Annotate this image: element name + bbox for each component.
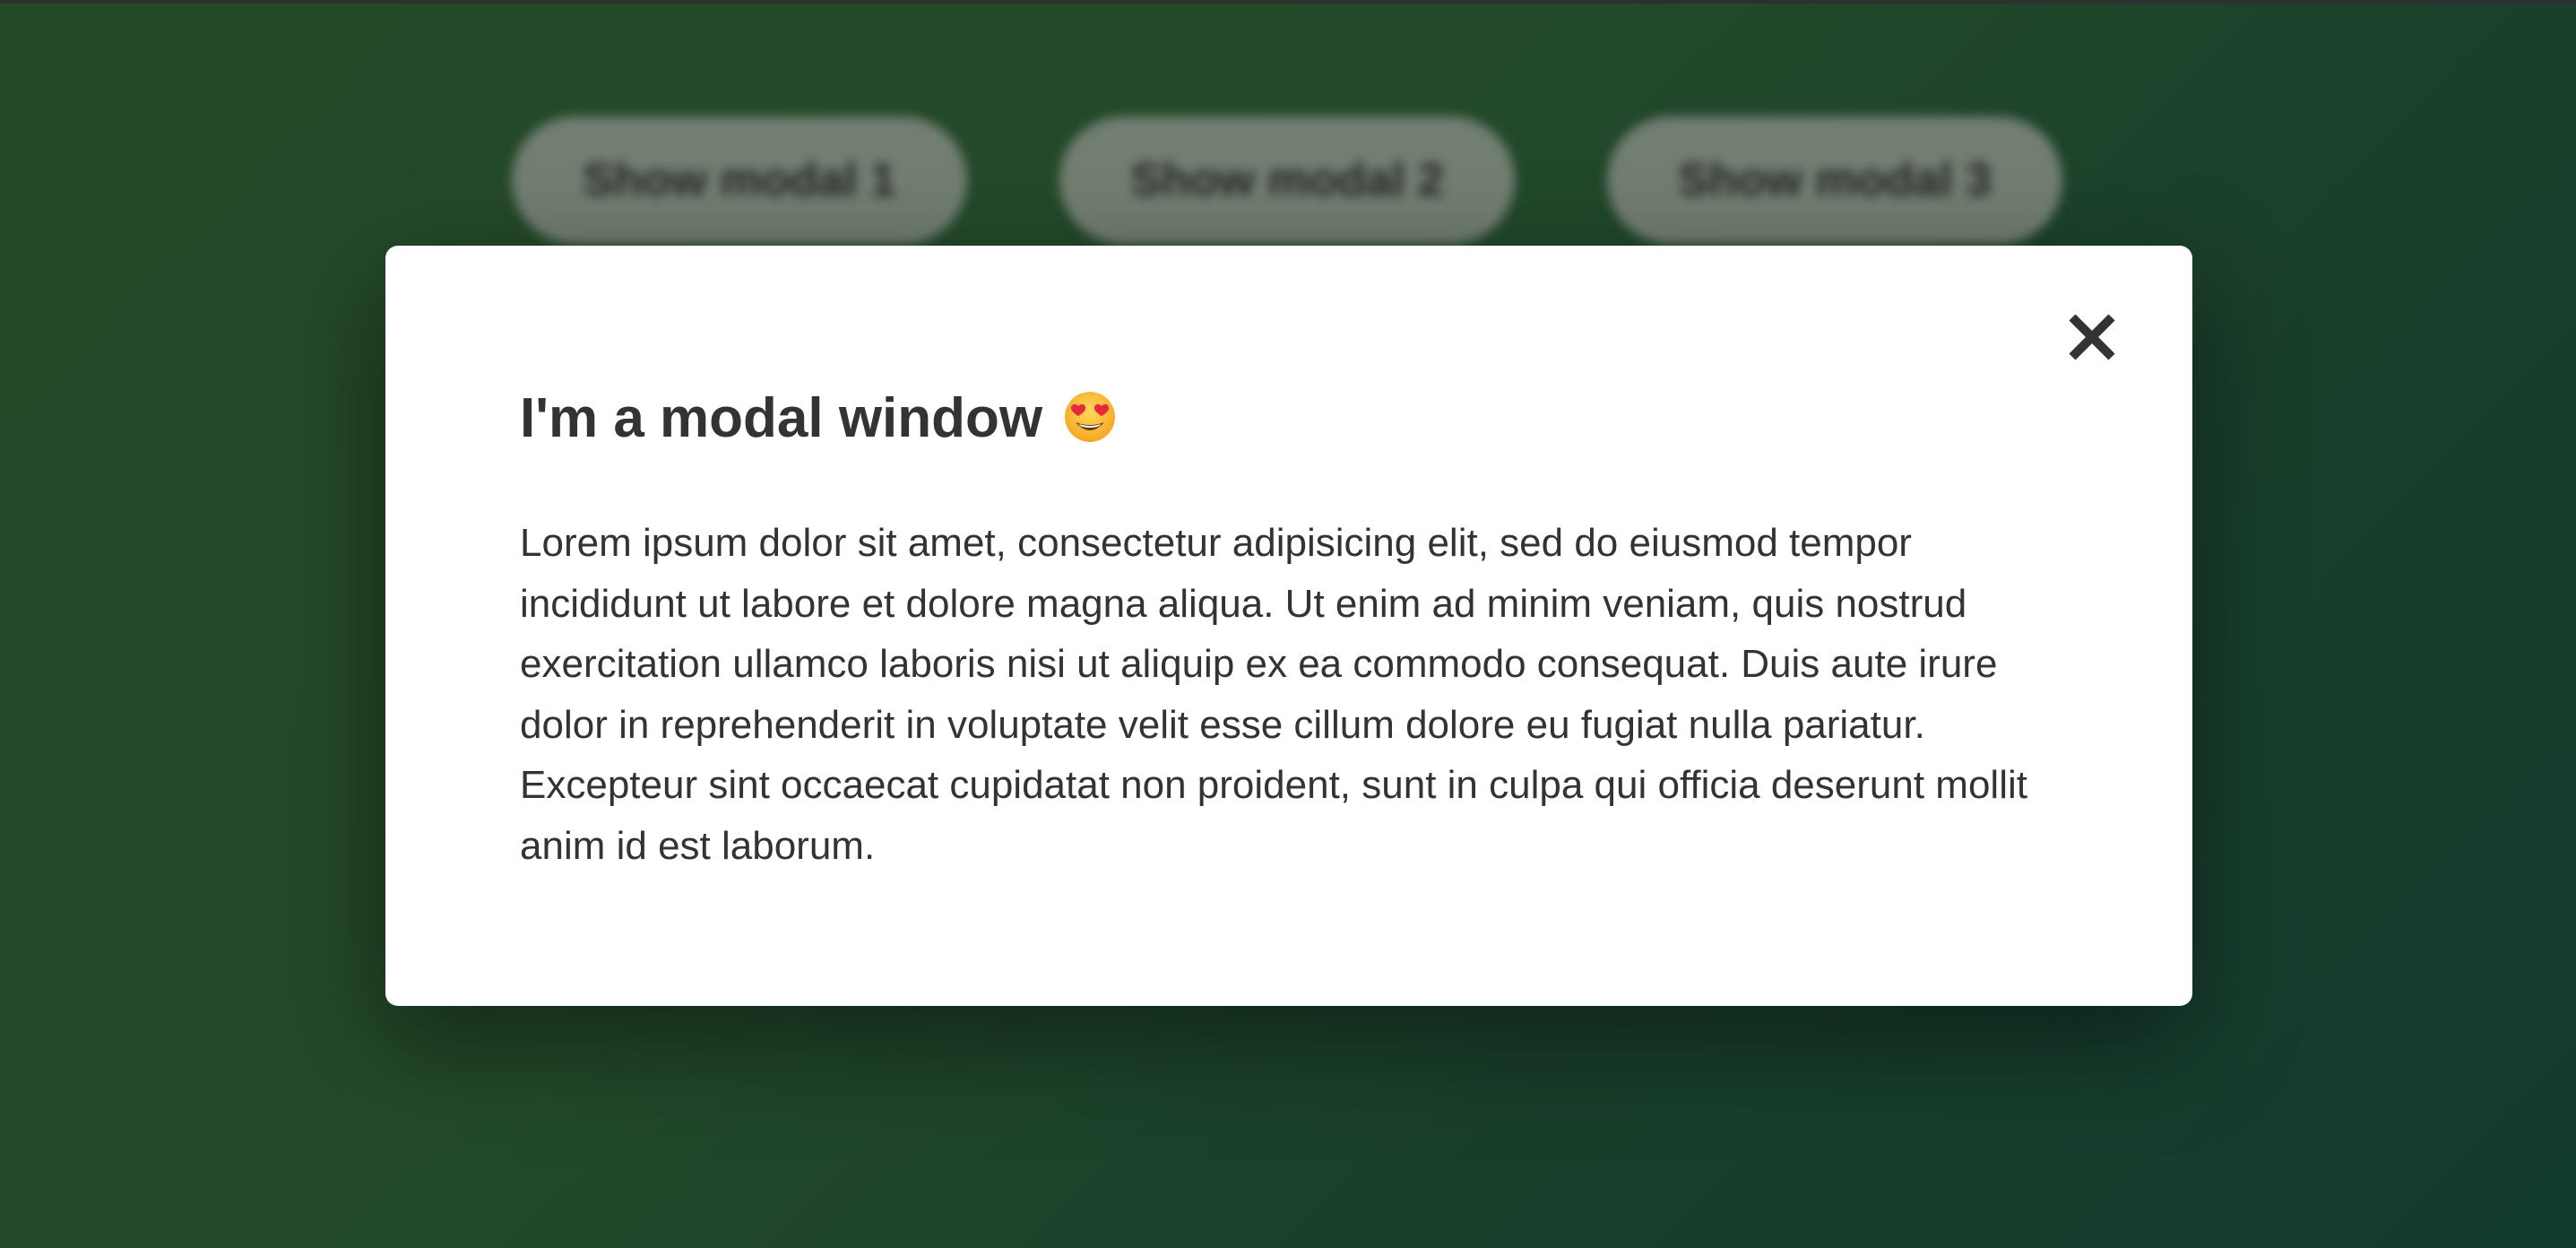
close-icon [2063, 308, 2121, 366]
modal-title-text: I'm a modal window [520, 387, 1043, 449]
smiling-face-with-heart-eyes-icon [1063, 390, 1117, 444]
close-button[interactable] [2063, 308, 2121, 366]
modal-title: I'm a modal window [520, 386, 1117, 452]
modal-window: I'm a modal window Lorem ipsum dolor sit… [385, 246, 2192, 1006]
modal-body-text: Lorem ipsum dolor sit amet, consectetur … [520, 521, 2027, 868]
